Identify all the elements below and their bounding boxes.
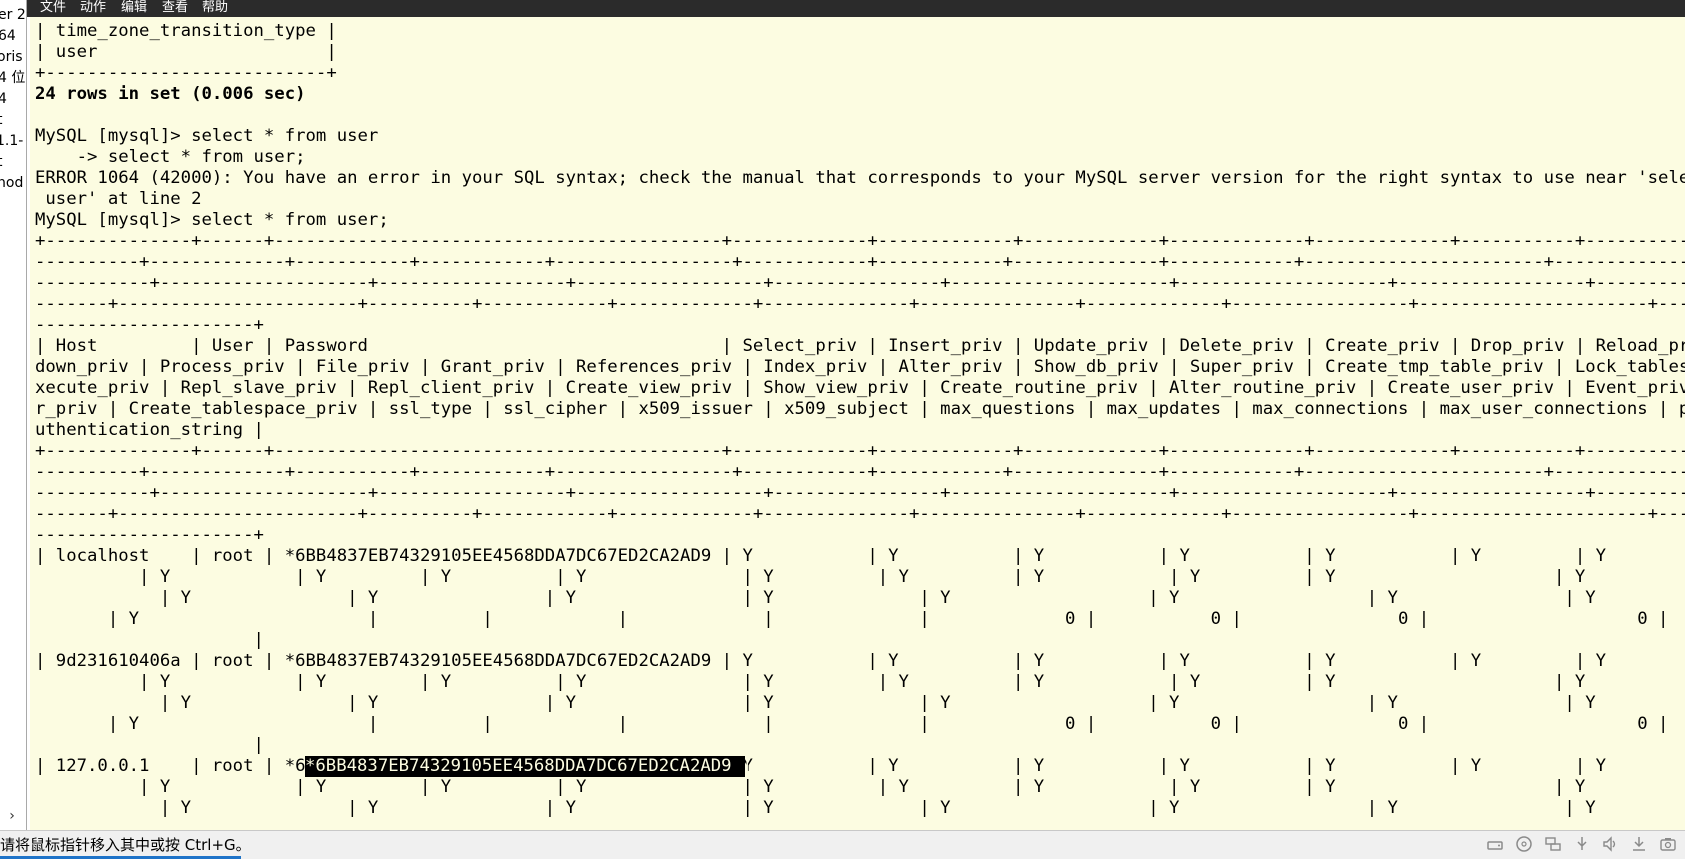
hdd-icon[interactable] [1486, 835, 1504, 853]
network-icon[interactable] [1544, 835, 1562, 853]
sidebar-fragment: t [0, 109, 3, 131]
terminal-line: | Y | | | | | 0 | 0 | 0 | 0 | [35, 609, 1669, 629]
sidebar-fragment: er 2 [0, 7, 26, 23]
terminal-line: user' at line 2 [35, 189, 202, 209]
download-icon[interactable] [1630, 835, 1648, 853]
terminal-line: | time_zone_transition_type | [35, 21, 337, 41]
status-tray [1480, 835, 1677, 855]
terminal-line: -> select * from user; [35, 147, 306, 167]
menu-file[interactable]: 文件 [38, 0, 68, 15]
terminal-line: | 9d231610406a | root | *6BB4837EB743291… [35, 651, 1685, 671]
terminal-line: | Y | | | | | 0 | 0 | 0 | 0 | [35, 714, 1669, 734]
terminal-line: | Y | Y | Y | Y | Y | Y | Y | Y | Y [35, 693, 1685, 713]
terminal-line: | Y | Y | Y | Y | Y | Y | Y | Y | Y [35, 798, 1685, 818]
terminal-line: ----------+-------------+-----------+---… [35, 252, 1685, 272]
status-bar: 请将鼠标指针移入其中或按 Ctrl+G。 [0, 830, 1685, 859]
sidebar-fragment: 4 位 [0, 70, 26, 86]
camera-icon[interactable] [1659, 835, 1677, 853]
terminal-line: ---------------------+ [35, 525, 264, 545]
sidebar-fragment: 1.1- [0, 133, 24, 149]
terminal-line: -----------+--------------------+-------… [35, 273, 1685, 293]
terminal-line: | Y | Y | Y | Y | Y | Y | Y | Y | Y | Y [35, 777, 1586, 797]
menu-edit[interactable]: 编辑 [119, 0, 149, 15]
menu-help[interactable]: 帮助 [200, 0, 230, 15]
terminal-line: | Y | Y | Y | Y | Y | Y | Y | Y | Y | Y [35, 567, 1586, 587]
selected-text: *6BB4837EB74329105EE4568DDA7DC67ED2CA2AD… [305, 756, 763, 776]
scroll-right-icon[interactable]: › [0, 805, 24, 824]
terminal-line: xecute_priv | Repl_slave_priv | Repl_cli… [35, 378, 1685, 398]
terminal-line: 24 rows in set (0.006 sec) [35, 84, 306, 104]
terminal-line: ERROR 1064 (42000): You have an error in… [35, 168, 1685, 188]
terminal-line: | user | [35, 42, 337, 62]
terminal-line: +--------------+------+-----------------… [35, 231, 1685, 251]
sidebar-fragment: 4 [0, 88, 7, 110]
terminal-console[interactable]: | time_zone_transition_type | | user | +--… [30, 17, 1685, 830]
terminal-line: uthentication_string | [35, 420, 264, 440]
menu-bar: 文件 动作 编辑 查看 帮助 [0, 0, 1685, 17]
terminal-output: | time_zone_transition_type | | user | +--… [35, 21, 1685, 819]
terminal-line: -------+-----------------------+--------… [35, 294, 1685, 314]
sidebar-fragment: 64 [0, 28, 16, 44]
terminal-line: -----------+--------------------+-------… [35, 483, 1685, 503]
terminal-line: | Y | Y | Y | Y | Y | Y | Y | Y | Y | Y [35, 672, 1586, 692]
terminal-line: | [35, 735, 264, 755]
terminal-line: | Host | User | Password | Select_priv |… [35, 336, 1685, 356]
sidebar-fragment: t [0, 151, 3, 173]
terminal-line: ----------+-------------+-----------+---… [35, 462, 1685, 482]
terminal-line: r_priv | Create_tablespace_priv | ssl_ty… [35, 399, 1685, 419]
terminal-line: | localhost | root | *6BB4837EB74329105E… [35, 546, 1685, 566]
sidebar-fragment: oris [0, 49, 23, 65]
terminal-line: MySQL [mysql]> select * from user; [35, 210, 389, 230]
terminal-line: +---------------------------+ [35, 63, 337, 83]
terminal-line: | [35, 630, 264, 650]
cd-icon[interactable] [1515, 835, 1533, 853]
terminal-line: MySQL [mysql]> select * from user [35, 126, 379, 146]
sidebar-fragment: nod [0, 175, 24, 191]
terminal-line: down_priv | Process_priv | File_priv | G… [35, 357, 1685, 377]
menu-view[interactable]: 查看 [160, 0, 190, 15]
terminal-line: | 127.0.0.1 | root | *6BB4837EB74329105E… [35, 756, 1685, 776]
sidebar-panel: er 2 64 oris 4 位 4 t 1.1- t nod › [0, 0, 27, 830]
terminal-line: | Y | Y | Y | Y | Y | Y | Y | Y | Y [35, 588, 1685, 608]
terminal-line: -------+-----------------------+--------… [35, 504, 1685, 524]
terminal-line: ---------------------+ [35, 315, 264, 335]
menu-action[interactable]: 动作 [78, 0, 108, 15]
terminal-line: +--------------+------+-----------------… [35, 441, 1685, 461]
audio-icon[interactable] [1601, 835, 1619, 853]
usb-icon[interactable] [1573, 835, 1591, 853]
status-hint: 请将鼠标指针移入其中或按 Ctrl+G。 [0, 836, 251, 854]
